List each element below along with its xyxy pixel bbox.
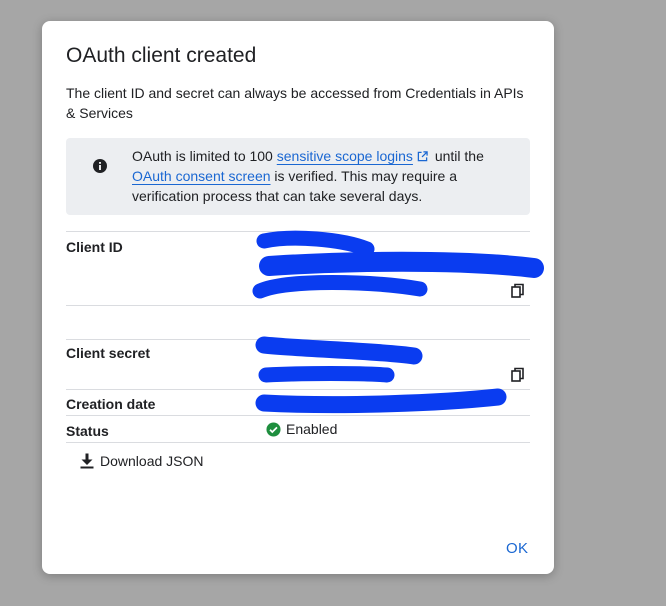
- status-value: Enabled: [266, 421, 337, 437]
- oauth-client-created-dialog: OAuth client created The client ID and s…: [42, 21, 554, 574]
- download-json-button[interactable]: Download JSON: [80, 453, 204, 469]
- divider: [66, 442, 530, 443]
- ok-button[interactable]: OK: [506, 540, 528, 557]
- download-json-label: Download JSON: [100, 453, 204, 469]
- status-text: Enabled: [286, 421, 338, 437]
- redaction-marks: [252, 230, 544, 414]
- status-label: Status: [66, 423, 109, 439]
- check-circle-icon: [266, 421, 281, 437]
- download-icon: [80, 453, 94, 469]
